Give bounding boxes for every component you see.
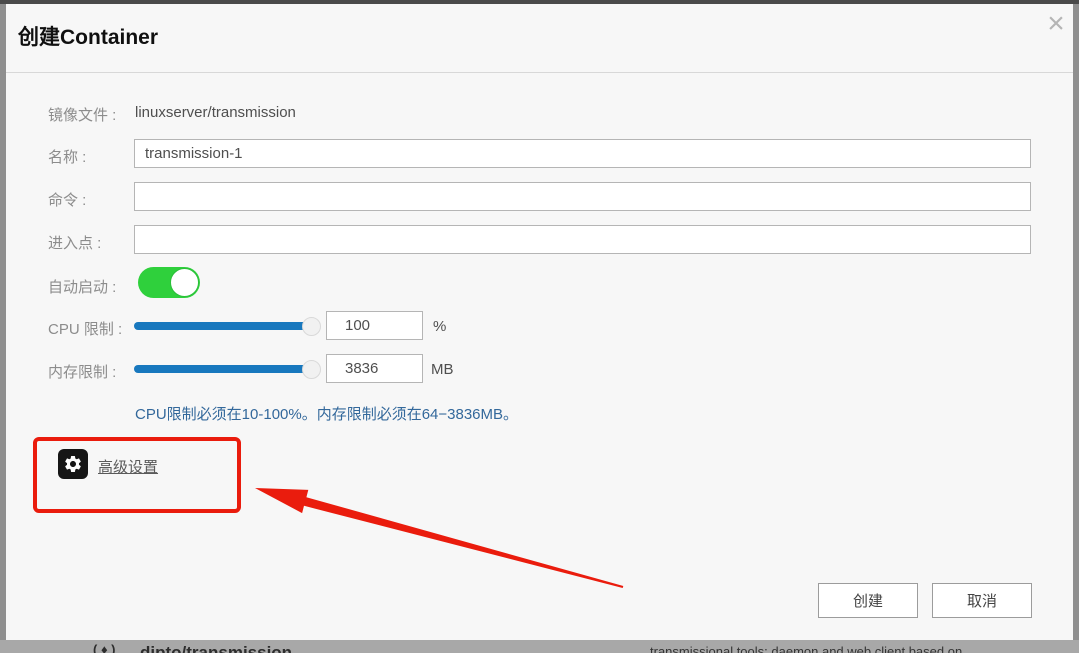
cpu-limit-input[interactable] xyxy=(326,311,423,340)
name-label: 名称 : xyxy=(48,149,87,166)
cancel-button[interactable]: 取消 xyxy=(932,583,1032,618)
command-label: 命令 : xyxy=(48,192,87,209)
toggle-knob-icon xyxy=(170,268,199,297)
create-button[interactable]: 创建 xyxy=(818,583,918,618)
entrypoint-label: 进入点 : xyxy=(48,235,102,252)
window-right-border xyxy=(1073,4,1079,653)
background-image-description: transmissional tools: daemon and web cli… xyxy=(650,644,963,653)
memory-slider-handle[interactable] xyxy=(302,360,321,379)
annotation-arrow-icon xyxy=(255,488,624,588)
close-icon[interactable]: × xyxy=(1041,8,1071,42)
command-input[interactable] xyxy=(134,182,1031,211)
memory-limit-input[interactable] xyxy=(326,354,423,383)
limits-hint-text: CPU限制必须在10-100%。内存限制必须在64−3836MB。 xyxy=(135,406,519,423)
name-input[interactable] xyxy=(134,139,1031,168)
create-container-dialog: 创建Container × 镜像文件 : linuxserver/transmi… xyxy=(6,4,1073,640)
annotation-highlight-rect xyxy=(33,437,241,513)
cpu-limit-label: CPU 限制 : xyxy=(48,321,123,338)
title-separator xyxy=(6,72,1073,73)
image-file-label: 镜像文件 : xyxy=(48,107,117,124)
cpu-slider-handle[interactable] xyxy=(302,317,321,336)
autostart-label: 自动启动 : xyxy=(48,279,117,296)
cpu-limit-slider[interactable] xyxy=(134,322,310,330)
cpu-unit-label: % xyxy=(433,318,447,335)
background-page-row: ( ♦ ) dipto/transmission transmissional … xyxy=(0,640,1079,653)
memory-limit-label: 内存限制 : xyxy=(48,364,117,381)
memory-limit-slider[interactable] xyxy=(134,365,310,373)
memory-unit-label: MB xyxy=(431,361,454,378)
autostart-toggle[interactable] xyxy=(138,267,200,298)
background-image-name: dipto/transmission xyxy=(140,643,293,653)
transmission-logo-icon: ( ♦ ) xyxy=(93,642,116,653)
dialog-title: 创建Container xyxy=(18,26,159,49)
image-file-value: linuxserver/transmission xyxy=(135,104,296,121)
entrypoint-input[interactable] xyxy=(134,225,1031,254)
